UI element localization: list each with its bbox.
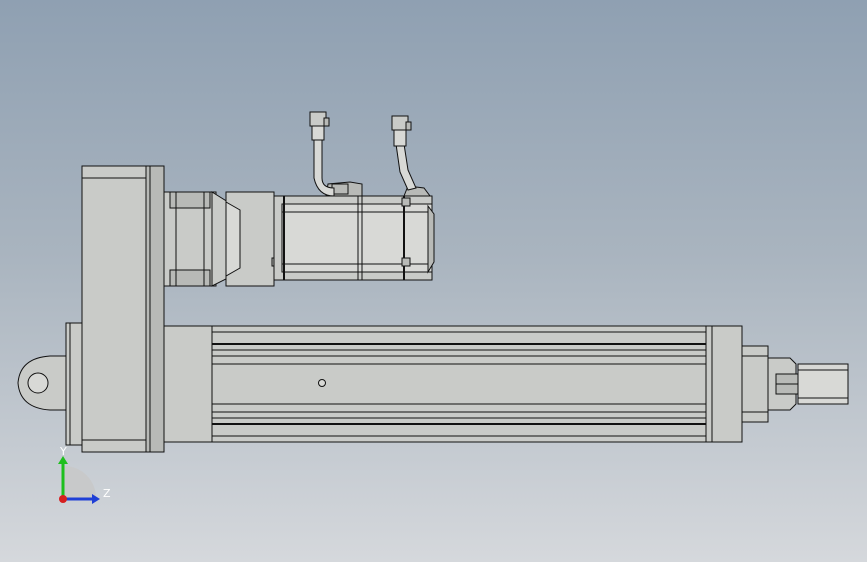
y-axis-label: Y [59, 445, 67, 458]
housing-block [81, 165, 165, 453]
z-axis-label: Z [103, 487, 111, 500]
servo-motor [273, 195, 435, 281]
z-arrow-head [92, 494, 100, 504]
cable-left [309, 111, 363, 197]
actuator-tube [163, 325, 707, 443]
front-end-cap [705, 325, 743, 443]
actuator-drawing: Y Z [17, 111, 849, 504]
coupling [163, 191, 279, 287]
rod-end [741, 345, 849, 423]
orientation-triad: Y Z [58, 445, 111, 504]
x-axis-dot [59, 495, 67, 503]
cad-viewport[interactable]: Y Z [0, 0, 867, 562]
rear-clevis [17, 322, 85, 446]
triad-arc [64, 466, 96, 498]
cable-right [391, 115, 431, 197]
